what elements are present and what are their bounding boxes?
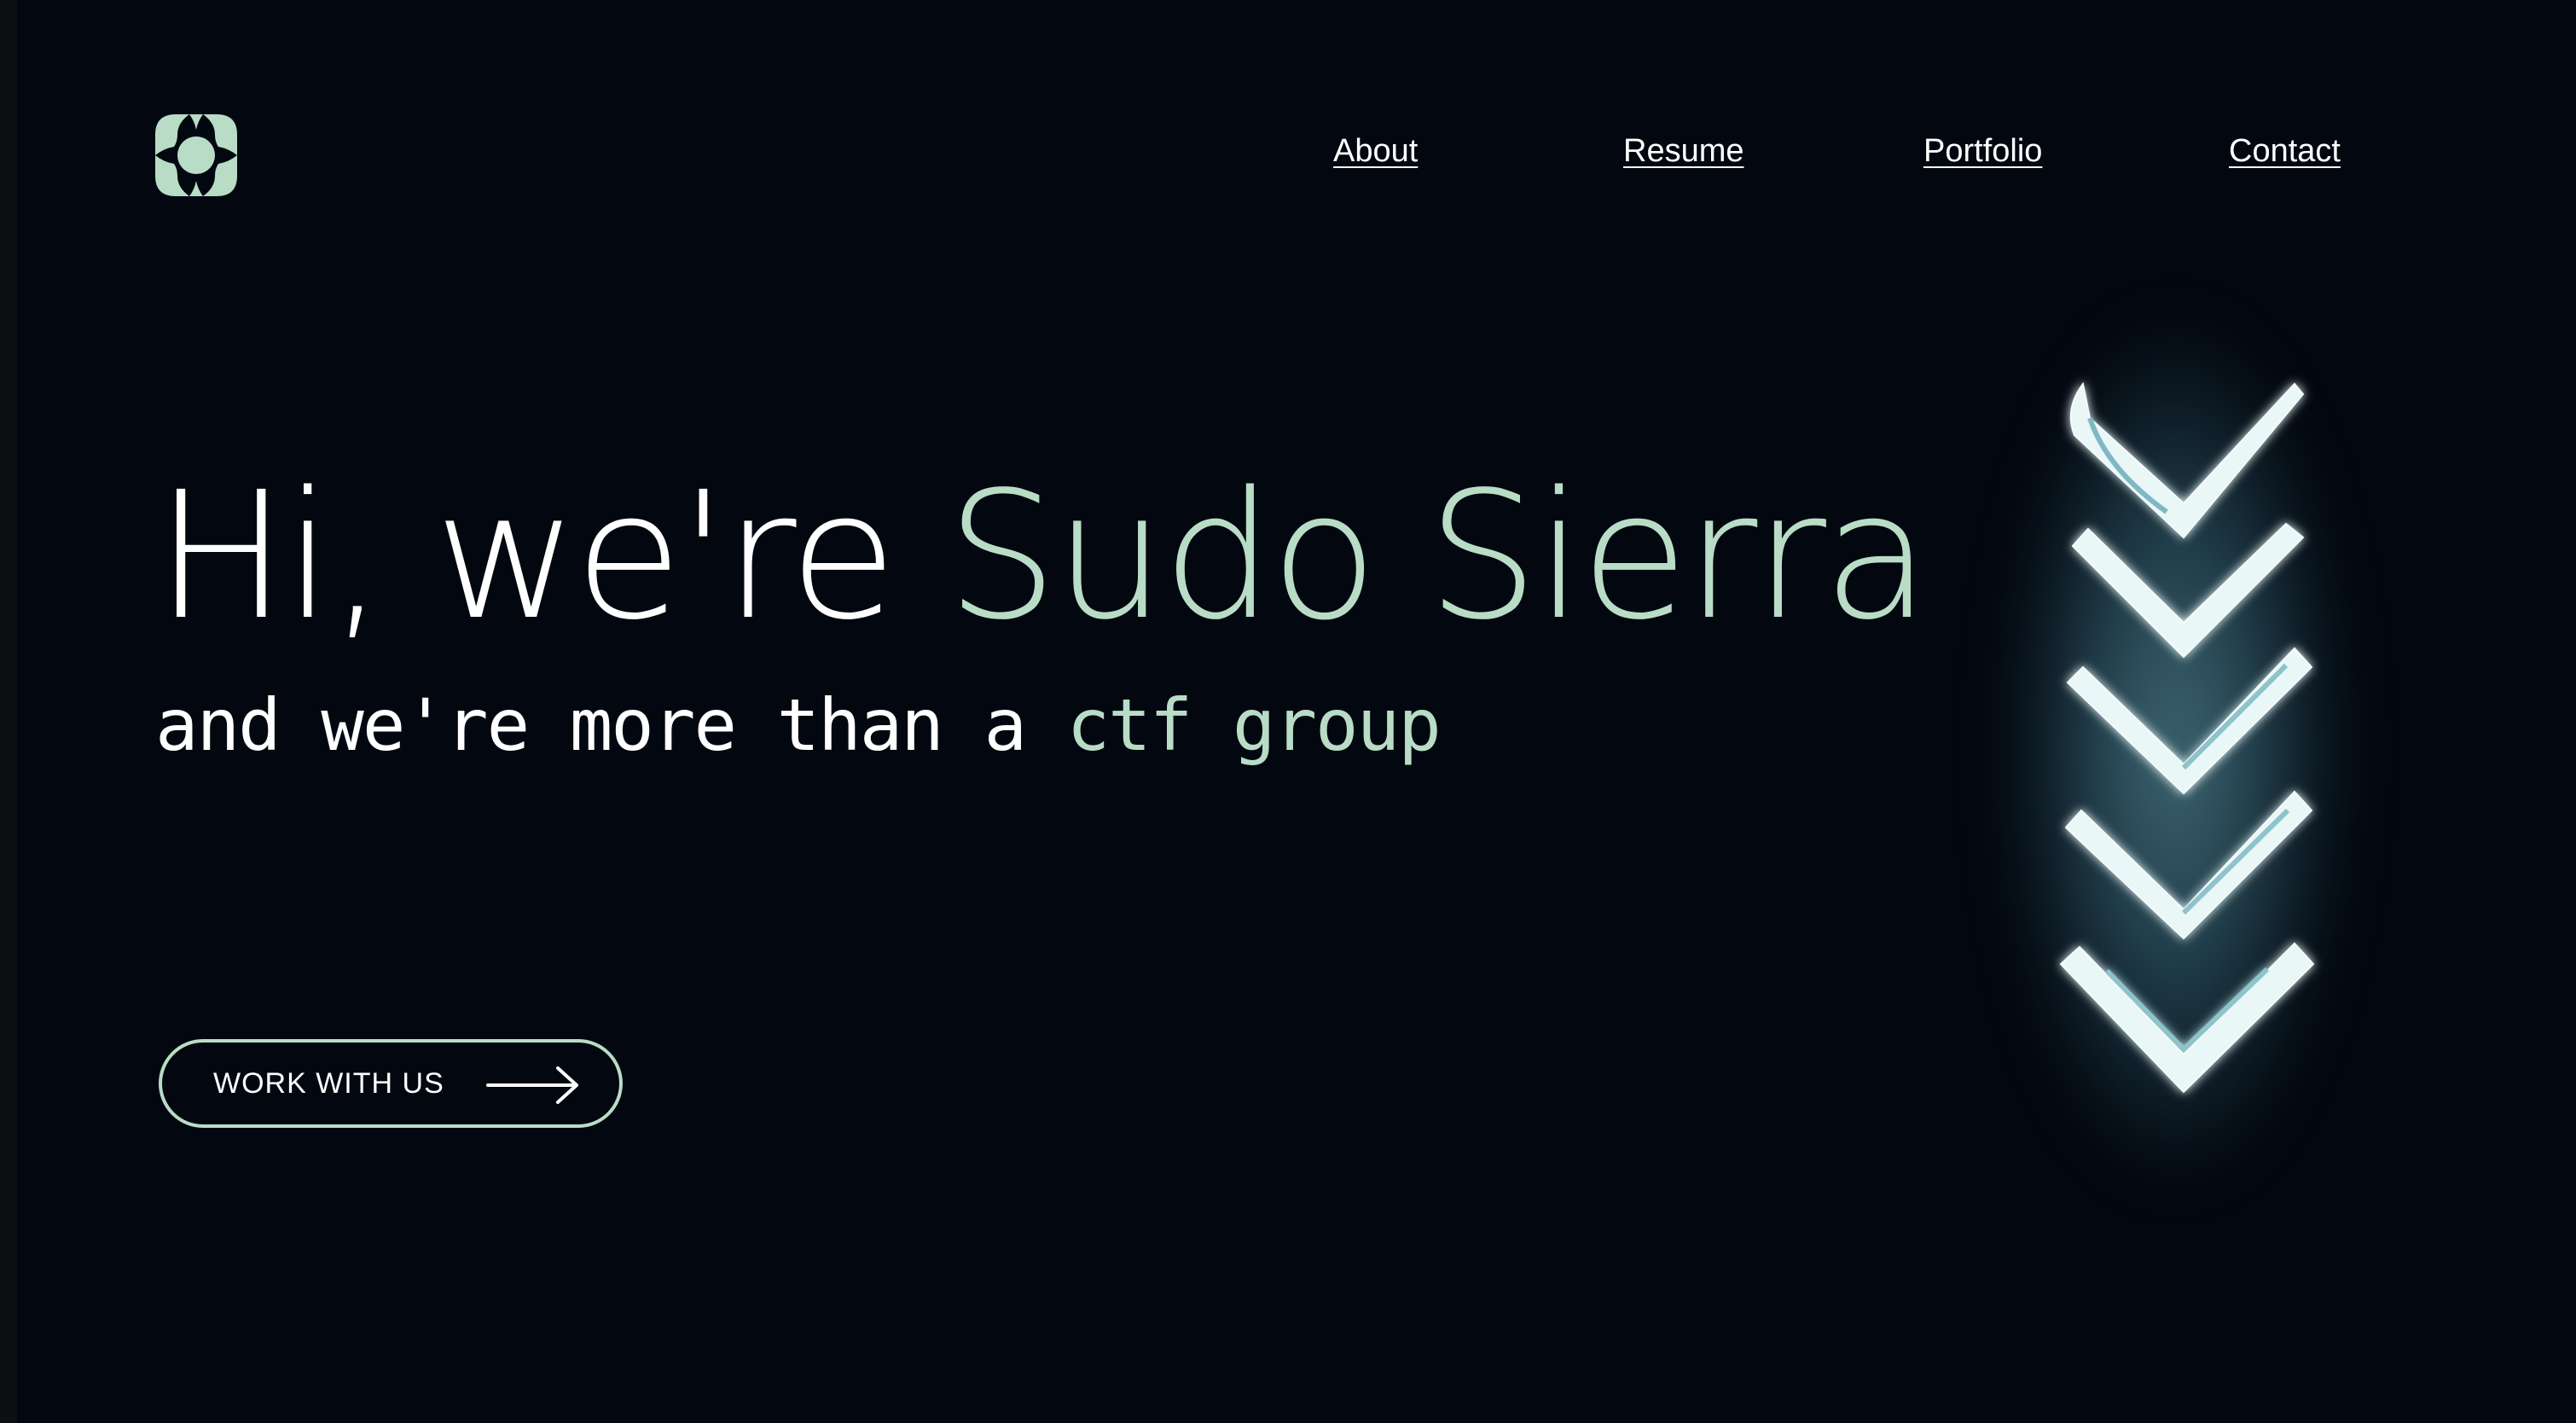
landing-page: About Resume Portfolio Contact Hi, we're… [17,0,2576,1423]
neon-chevrons-down-icon [2059,381,2315,1094]
hero-title-prefix: Hi, we're [155,454,897,659]
nav-link-contact[interactable]: Contact [2229,133,2341,170]
hero-subtitle: and we're more than a ctf group [155,682,1442,768]
main-nav: About Resume Portfolio Contact [17,133,2576,184]
arrow-right-icon [486,1066,578,1104]
work-with-us-button[interactable]: WORK WITH US [159,1039,623,1128]
nav-link-about[interactable]: About [1333,133,1418,170]
hero-subtitle-prefix: and we're more than a [155,683,1027,767]
nav-link-portfolio[interactable]: Portfolio [1923,133,2042,170]
hero-subtitle-accent: ctf group [1066,683,1442,767]
hero-title-accent: Sudo Sierra [946,454,1930,659]
hero-title: Hi, we're Sudo Sierra [155,454,1930,659]
work-with-us-label: WORK WITH US [213,1066,444,1100]
window-edge [0,0,17,1423]
nav-link-resume[interactable]: Resume [1623,133,1744,170]
